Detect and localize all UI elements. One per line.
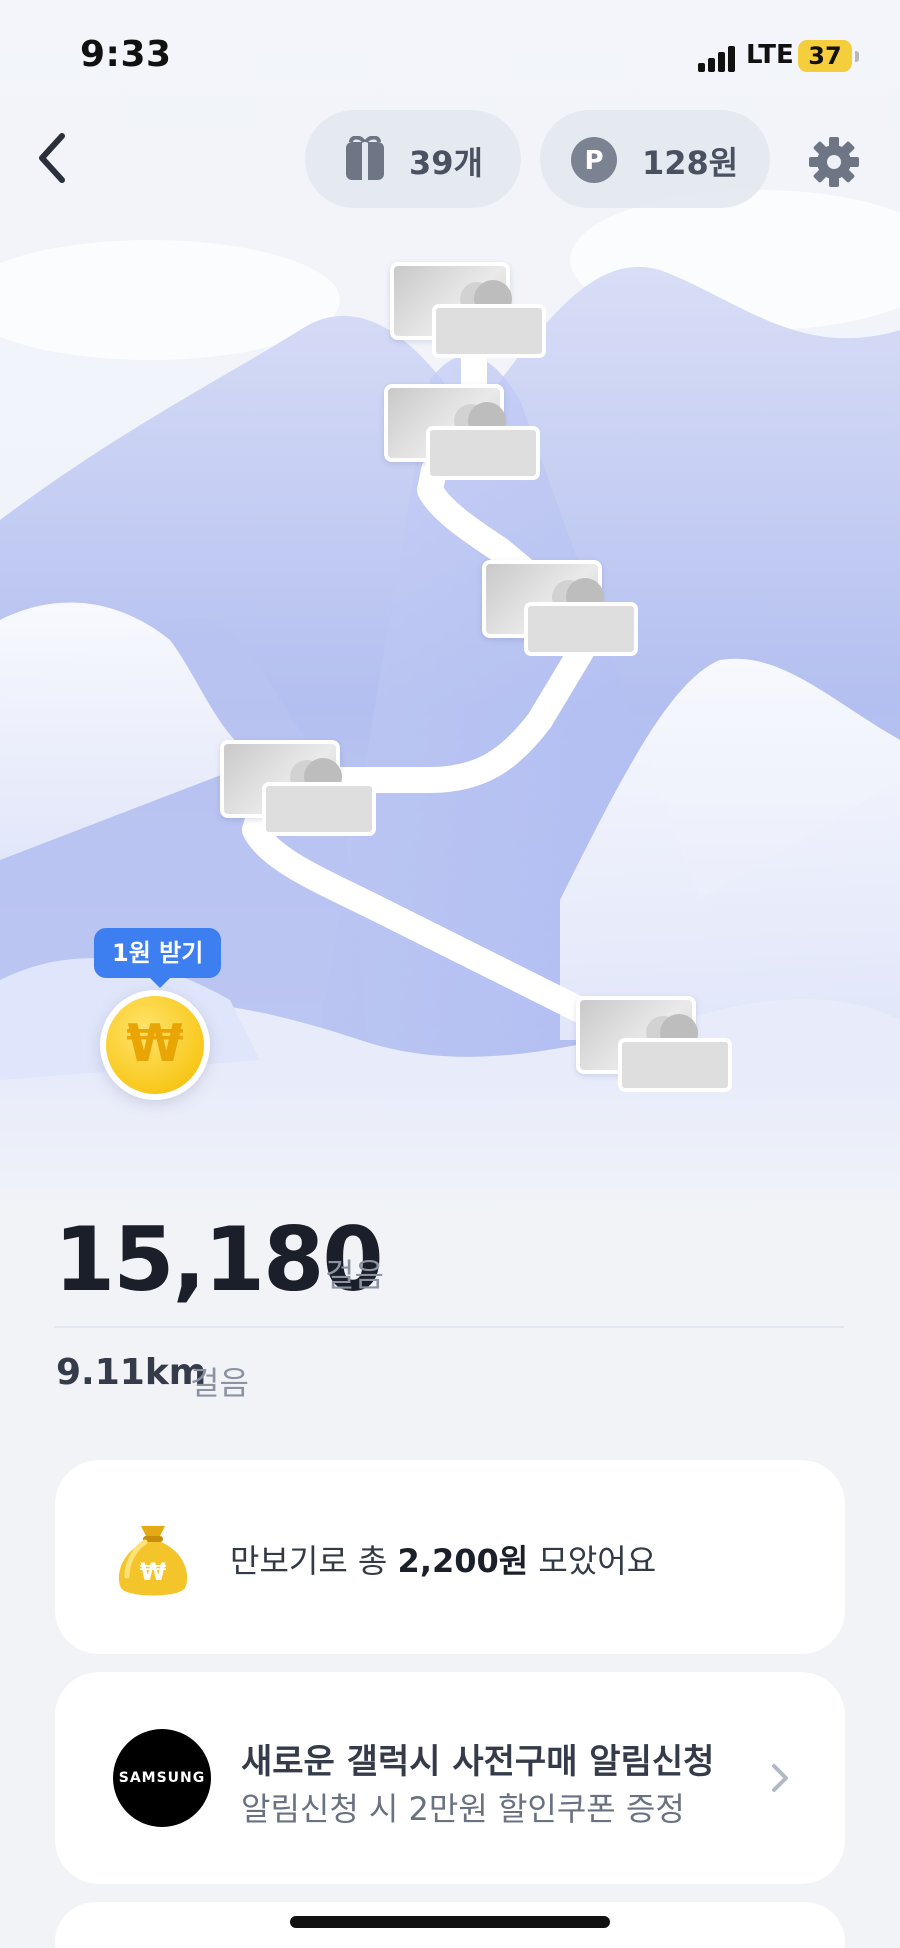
battery-icon: 37: [798, 40, 852, 72]
won-coin-icon: ₩: [106, 996, 204, 1094]
chevron-left-icon: [39, 133, 65, 183]
distance-unit: 걸음: [190, 1364, 249, 1402]
gift-icon: [346, 136, 384, 182]
points-pill[interactable]: P 128원: [540, 110, 770, 208]
screen: 1원 받기 ₩ 9:33 LTE 37 39개 P 128원 15,180 걸음…: [0, 0, 900, 1948]
gift-count: 39개: [409, 144, 483, 182]
samsung-logo: SAMSUNG: [113, 1729, 211, 1827]
coin-button[interactable]: ₩: [100, 990, 210, 1100]
back-button[interactable]: [30, 128, 80, 188]
total-savings-text: 만보기로 총 2,200원 모았어요: [230, 1542, 657, 1580]
stage-card: [262, 782, 376, 836]
stage-card: [618, 1038, 732, 1092]
stage-card: [432, 304, 546, 358]
route-stage[interactable]: [482, 560, 642, 658]
stage-card: [524, 602, 638, 656]
total-savings-card[interactable]: ₩ 만보기로 총 2,200원 모았어요: [55, 1460, 845, 1654]
gift-count-pill[interactable]: 39개: [305, 110, 521, 208]
status-bar: 9:33 LTE 37: [0, 0, 900, 110]
points-balance: 128원: [642, 144, 739, 182]
route-stage[interactable]: [576, 996, 736, 1094]
chevron-right-icon: [772, 1764, 788, 1792]
home-indicator[interactable]: [290, 1916, 610, 1928]
p-coin-icon: P: [571, 137, 617, 183]
status-time: 9:33: [80, 34, 172, 75]
step-unit: 걸음: [325, 1256, 384, 1294]
battery-cap: [855, 51, 859, 62]
divider: [54, 1326, 844, 1328]
route-stage[interactable]: [390, 262, 550, 360]
gear-icon: [809, 137, 859, 187]
coin-symbol: ₩: [126, 1014, 184, 1074]
distance-value: 9.11km: [56, 1352, 207, 1393]
svg-text:₩: ₩: [140, 1558, 167, 1586]
reward-badge[interactable]: 1원 받기: [94, 928, 222, 988]
route-stage[interactable]: [220, 740, 380, 838]
money-bag-icon: ₩: [118, 1526, 188, 1596]
ad-title: 새로운 갤럭시 사전구매 알림신청: [241, 1742, 715, 1782]
signal-icon: [698, 44, 738, 72]
samsung-ad-card[interactable]: SAMSUNG 새로운 갤럭시 사전구매 알림신청 알림신청 시 2만원 할인쿠…: [55, 1672, 845, 1884]
ad-subtitle: 알림신청 시 2만원 할인쿠폰 증정: [241, 1790, 685, 1828]
stage-card: [426, 426, 540, 480]
network-label: LTE: [746, 40, 794, 70]
settings-button[interactable]: [808, 136, 860, 188]
svg-text:P: P: [584, 146, 603, 176]
route-stage[interactable]: [384, 384, 544, 482]
total-amount: 2,200원: [397, 1542, 529, 1580]
battery-level: 37: [808, 42, 842, 70]
